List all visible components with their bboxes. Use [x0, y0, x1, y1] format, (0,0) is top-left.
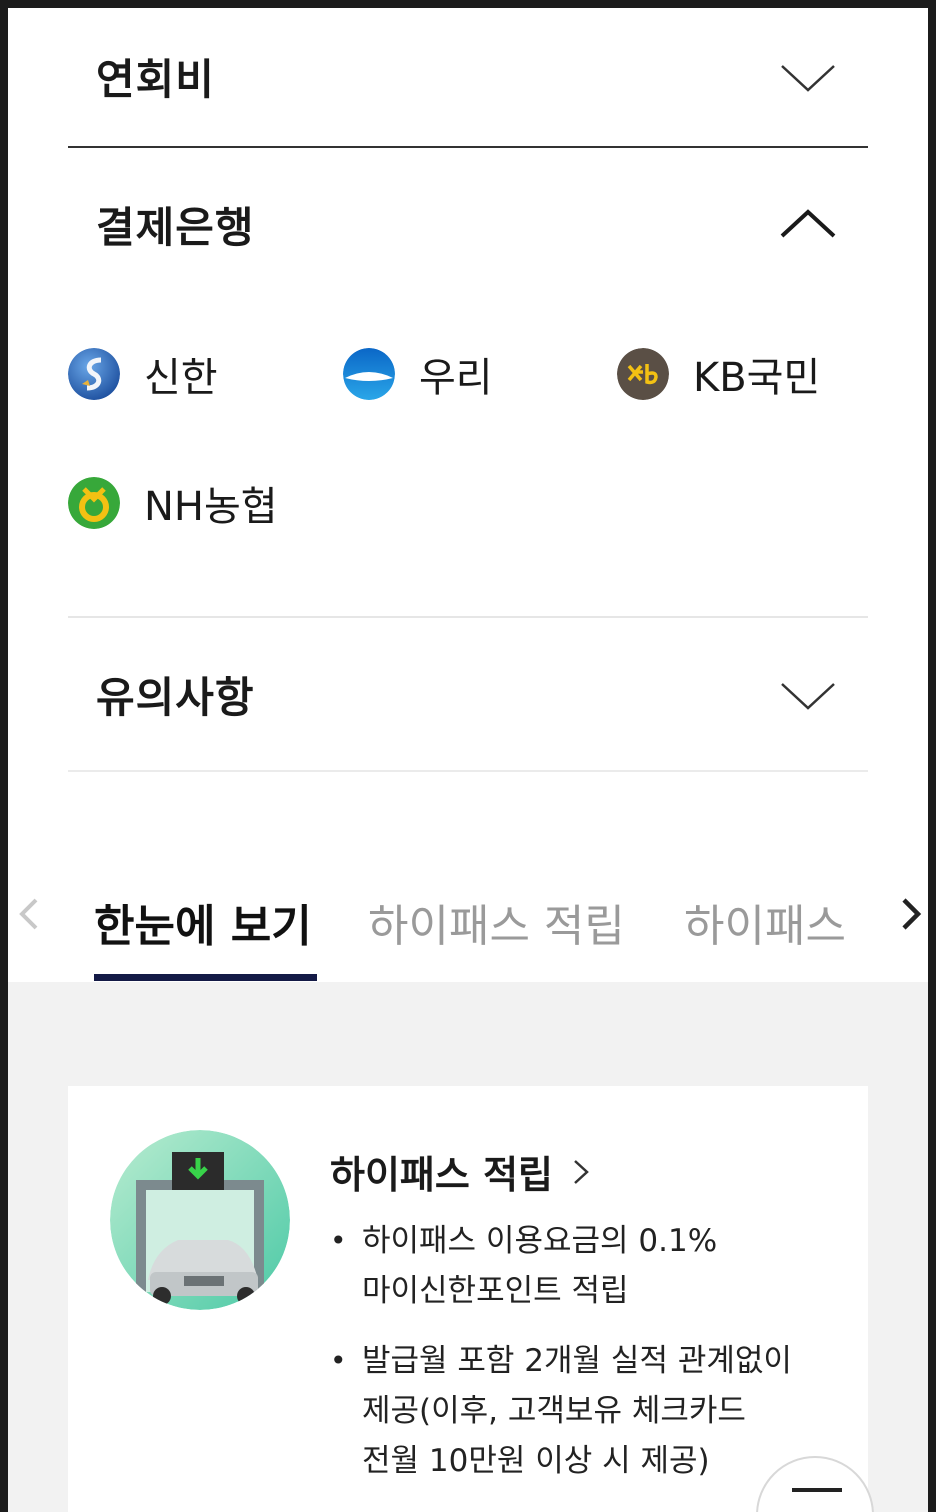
page: 연회비 결제은행 신한 우리 KB국민 NH농협 유의사항 한눈에 보기 하이패…: [8, 8, 928, 1512]
accordion-notes-header[interactable]: 유의사항: [68, 654, 868, 734]
chevron-down-icon: [781, 65, 835, 92]
divider: [68, 146, 868, 148]
accordion-annual-fee-title: 연회비: [96, 54, 215, 104]
tab-overview[interactable]: 한눈에 보기: [94, 890, 312, 954]
chevron-right-icon[interactable]: [890, 894, 928, 934]
list-item: 하이패스 이용요금의 0.1% 마이신한포인트 적립: [330, 1216, 840, 1316]
divider: [68, 770, 868, 772]
accordion-payment-bank-title: 결제은행: [96, 202, 255, 252]
tab-bar: 한눈에 보기 하이패스 적립 하이패스: [8, 858, 928, 982]
woori-logo-icon: [343, 348, 395, 400]
accordion-notes-title: 유의사항: [96, 672, 255, 722]
bank-name: 신한: [144, 355, 218, 401]
nh-logo-icon: [68, 477, 120, 529]
hipass-car-illustration: [110, 1130, 290, 1310]
bullet-line: 발급월 포함 2개월 실적 관계없이: [362, 1343, 792, 1379]
card-title-link[interactable]: 하이패스 적립: [330, 1144, 591, 1199]
tab-hipass-reward[interactable]: 하이패스 적립: [368, 890, 625, 954]
tab-hipass[interactable]: 하이패스: [684, 890, 846, 950]
tab-hipass-clip: 하이패스: [684, 890, 868, 950]
chevron-left-icon[interactable]: [10, 894, 50, 934]
accordion-payment-bank-header[interactable]: 결제은행: [68, 184, 868, 264]
bank-item-kb: KB국민: [617, 345, 820, 403]
bank-item-shinhan: 신한: [68, 345, 218, 403]
scroll-top-icon: [792, 1488, 842, 1492]
bullet-line: 마이신한포인트 적립: [362, 1273, 629, 1309]
accordion-annual-fee-header[interactable]: 연회비: [68, 36, 868, 116]
divider: [68, 616, 868, 618]
bank-item-woori: 우리: [343, 345, 493, 403]
chevron-right-icon: [574, 1159, 589, 1184]
shinhan-logo-icon: [68, 348, 120, 400]
bullet-line: 하이패스 이용요금의 0.1%: [362, 1223, 718, 1259]
bank-name: NH농협: [144, 484, 278, 530]
benefit-card: 하이패스 적립 하이패스 이용요금의 0.1% 마이신한포인트 적립 발급월 포…: [68, 1086, 868, 1512]
card-title: 하이패스 적립: [330, 1153, 553, 1197]
bank-name: KB국민: [693, 355, 821, 401]
bank-name: 우리: [419, 355, 493, 401]
chevron-down-icon: [781, 683, 835, 710]
active-tab-indicator: [94, 974, 317, 981]
scroll-top-button[interactable]: [756, 1456, 874, 1512]
bullet-line: 제공(이후, 고객보유 체크카드: [362, 1393, 746, 1429]
chevron-up-icon: [780, 209, 836, 238]
bank-item-nh: NH농협: [68, 474, 278, 532]
kb-logo-icon: [617, 348, 669, 400]
